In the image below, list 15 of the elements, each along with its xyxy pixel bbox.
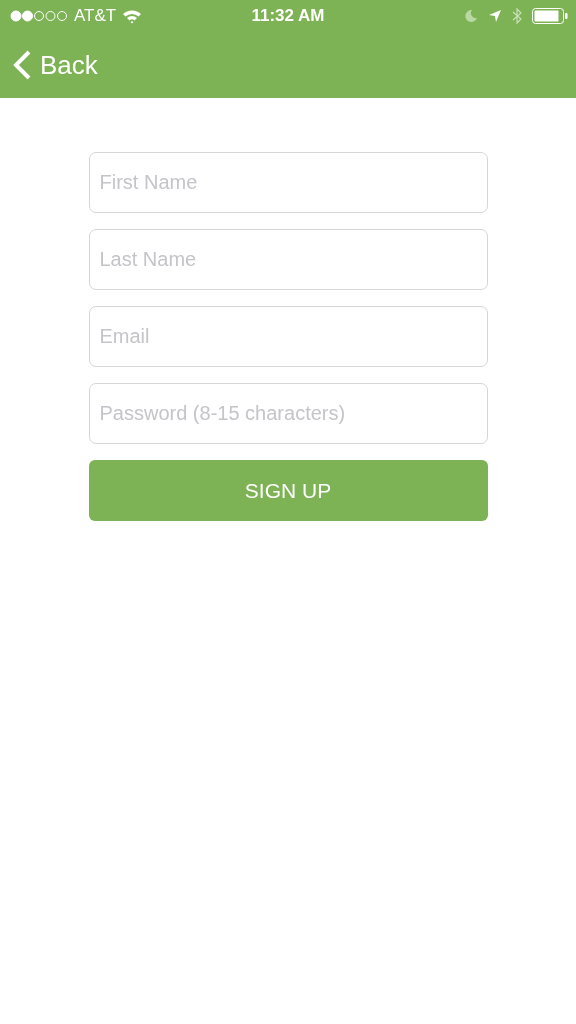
back-button[interactable]: Back — [12, 49, 98, 81]
wifi-icon — [122, 8, 143, 24]
location-icon — [488, 9, 502, 23]
carrier-label: AT&T — [74, 6, 117, 26]
input-field[interactable]: Password (8-15 characters) — [88, 383, 488, 444]
chevron-icon — [12, 49, 32, 81]
battery-icon — [532, 8, 568, 24]
input-field[interactable]: Last Name — [88, 229, 488, 290]
input-field[interactable]: First Name — [88, 152, 488, 213]
moon-icon — [464, 9, 478, 23]
input-field[interactable]: Email — [88, 306, 488, 367]
clock: 11:32 AM — [251, 6, 325, 26]
bluetooth-icon — [512, 7, 522, 25]
signal-icon — [10, 10, 68, 22]
sign-up-button[interactable]: SIGN UP — [88, 460, 488, 521]
